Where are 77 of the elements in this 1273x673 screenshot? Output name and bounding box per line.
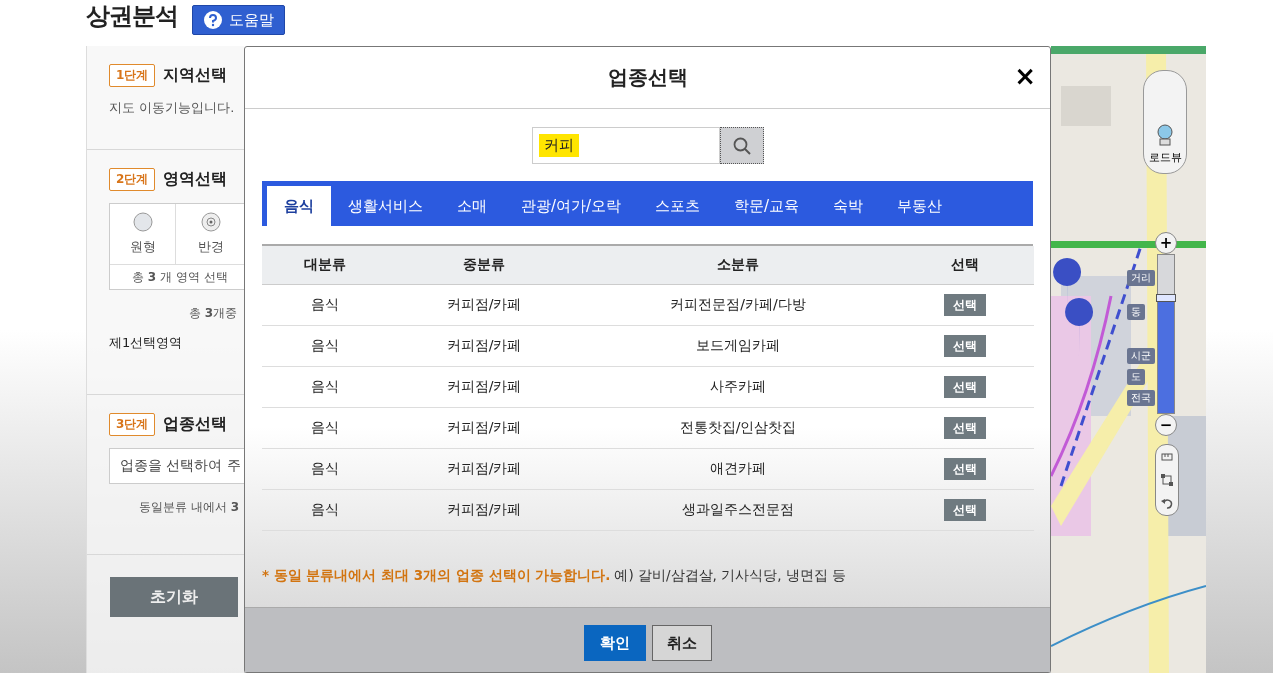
undo-icon[interactable] xyxy=(1161,497,1173,510)
category-note: 동일분류 내에서 3 xyxy=(139,500,239,514)
search-button[interactable] xyxy=(719,127,764,164)
table-cell: 음식 xyxy=(311,296,339,314)
zoom-thumb[interactable] xyxy=(1156,293,1176,302)
select-button[interactable]: 선택 xyxy=(944,376,986,398)
category-tab[interactable]: 숙박 xyxy=(816,186,881,226)
table-cell: 애견카페 xyxy=(710,460,766,478)
ruler-icon[interactable] xyxy=(1161,450,1173,463)
question-icon xyxy=(203,10,223,30)
table-cell: 음식 xyxy=(311,460,339,478)
step-badge: 2단계 xyxy=(109,168,156,191)
shape-label[interactable]: 원형 xyxy=(129,238,156,256)
step-badge: 1단계 xyxy=(109,64,156,87)
table-cell: 사주카페 xyxy=(710,378,766,396)
table-cell: 커피점/카페 xyxy=(446,378,522,396)
zoom-level-tag[interactable]: 전국 xyxy=(1127,390,1155,406)
category-tab[interactable]: 관광/여가/오락 xyxy=(504,186,639,226)
table-cell: 커피점/카페 xyxy=(446,501,522,519)
step-title: 업종선택 xyxy=(163,414,228,435)
table-cell: 보드게임카페 xyxy=(696,337,780,355)
circle-icon xyxy=(132,212,153,232)
zoom-level-tag[interactable]: 시군 xyxy=(1127,348,1155,364)
zoom-level-tag[interactable]: 도 xyxy=(1127,369,1145,385)
search-field[interactable]: 커피 xyxy=(531,127,720,164)
select-button[interactable]: 선택 xyxy=(944,417,986,439)
table-cell: 음식 xyxy=(311,378,339,396)
cancel-button[interactable]: 취소 xyxy=(651,625,712,661)
zoom-slider[interactable] xyxy=(1157,254,1175,414)
column-header: 대분류 xyxy=(262,246,388,285)
step-title: 영역선택 xyxy=(163,169,228,190)
select-button[interactable]: 선택 xyxy=(944,499,986,521)
business-field[interactable]: 업종을 선택하여 주 xyxy=(109,448,244,484)
category-tab[interactable]: 생활서비스 xyxy=(331,186,440,226)
limit-note: * 동일 분류내에서 최대 3개의 업종 선택이 가능합니다. xyxy=(262,567,611,585)
column-header: 소분류 xyxy=(580,246,896,285)
help-button[interactable]: 도움말 xyxy=(192,5,285,35)
select-button[interactable]: 선택 xyxy=(944,335,986,357)
roadview-button[interactable]: 로드뷰 xyxy=(1143,70,1187,174)
table-cell: 커피점/카페 xyxy=(446,296,522,314)
target-icon xyxy=(200,212,221,232)
selected-count: 총 3개중 xyxy=(189,306,238,320)
category-tab[interactable]: 부동산 xyxy=(880,186,960,226)
table-cell: 음식 xyxy=(311,501,339,519)
category-tab[interactable]: 학문/교육 xyxy=(717,186,817,226)
table-cell: 전통찻집/인삼찻집 xyxy=(679,419,797,437)
search-icon xyxy=(732,136,751,155)
zoom-level-tag[interactable]: 동 xyxy=(1127,304,1145,320)
table-cell: 커피점/카페 xyxy=(446,337,522,355)
zoom-level-tag[interactable]: 거리 xyxy=(1127,270,1155,286)
table-cell: 커피점/카페 xyxy=(446,419,522,437)
table-cell: 음식 xyxy=(311,337,339,355)
page-title: 상권분석 xyxy=(86,1,178,32)
table-cell: 생과일주스전문점 xyxy=(682,501,794,519)
column-header: 중분류 xyxy=(388,246,580,285)
category-tab[interactable]: 소매 xyxy=(440,186,504,226)
step-title: 지역선택 xyxy=(163,65,228,86)
table-cell: 커피전문점/카페/다방 xyxy=(670,296,806,314)
category-tab[interactable]: 음식 xyxy=(267,186,331,226)
select-button[interactable]: 선택 xyxy=(944,294,986,316)
table-cell: 커피점/카페 xyxy=(446,460,522,478)
area-count: 총 3 개 영역 선택 xyxy=(132,268,228,286)
category-tab[interactable]: 스포츠 xyxy=(638,186,718,226)
close-button[interactable]: × xyxy=(1014,63,1036,89)
modal-title: 업종선택 xyxy=(607,64,688,91)
area-item[interactable]: 제1선택영역 xyxy=(109,334,244,352)
example-note: 예) 갈비/삼겹살, 기사식당, 냉면집 등 xyxy=(614,567,847,585)
confirm-button[interactable]: 확인 xyxy=(583,625,646,661)
step-badge: 3단계 xyxy=(109,413,156,436)
column-header: 선택 xyxy=(896,246,1034,285)
step-note: 지도 이동기능입니다. xyxy=(109,99,236,117)
camera-icon xyxy=(1156,124,1174,146)
table-cell: 음식 xyxy=(311,419,339,437)
reset-button[interactable]: 초기화 xyxy=(110,577,238,617)
shape-label[interactable]: 반경 xyxy=(197,238,224,256)
area-icon[interactable] xyxy=(1161,474,1173,486)
select-button[interactable]: 선택 xyxy=(944,458,986,480)
